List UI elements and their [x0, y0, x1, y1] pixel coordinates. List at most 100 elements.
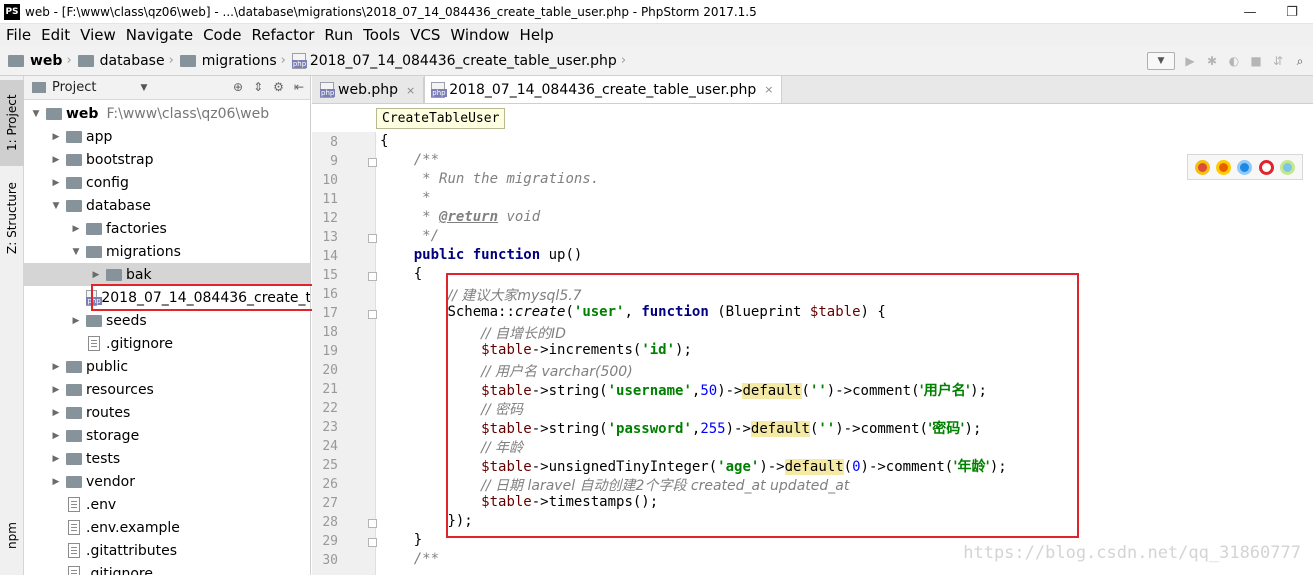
folder-icon	[66, 360, 82, 373]
tree-item[interactable]: ▼ migrations	[24, 240, 310, 263]
run-icon[interactable]: ▶	[1183, 54, 1197, 68]
debug-icon[interactable]: ✱	[1205, 54, 1219, 68]
breadcrumb-migrations[interactable]: migrations ›	[179, 53, 292, 69]
collapsed-arrow-icon[interactable]: ▶	[50, 454, 62, 464]
tree-item[interactable]: ▶ bootstrap	[24, 148, 310, 171]
collapsed-arrow-icon[interactable]: ▶	[50, 385, 62, 395]
breadcrumb-web[interactable]: web ›	[8, 53, 78, 69]
collapsed-arrow-icon[interactable]: ▶	[50, 178, 62, 188]
tree-item-label: routes	[86, 404, 131, 421]
stop-icon[interactable]: ■	[1249, 54, 1263, 68]
project-tool-tab[interactable]: 1: Project	[0, 80, 24, 166]
collapsed-arrow-icon[interactable]: ▶	[50, 362, 62, 372]
line-number: 17	[322, 306, 338, 321]
collapsed-arrow-icon[interactable]: ▶	[50, 132, 62, 142]
tab-create-table-user[interactable]: 2018_07_14_084436_create_table_user.php …	[424, 76, 783, 103]
expanded-arrow-icon[interactable]: ▼	[50, 201, 62, 211]
collapsed-arrow-icon[interactable]: ▶	[70, 224, 82, 234]
project-view-selector[interactable]: Project	[52, 80, 96, 95]
opera-icon[interactable]	[1258, 159, 1274, 175]
menu-view[interactable]: View	[75, 26, 121, 44]
tree-item[interactable]: ▶ factories	[24, 217, 310, 240]
expanded-arrow-icon[interactable]: ▼	[30, 109, 42, 119]
minimize-button[interactable]: —	[1229, 0, 1271, 24]
collapsed-arrow-icon[interactable]: ▶	[50, 155, 62, 165]
collapsed-arrow-icon[interactable]: ▶	[50, 431, 62, 441]
fold-marker-icon[interactable]	[368, 158, 377, 167]
menu-help[interactable]: Help	[515, 26, 559, 44]
tree-item[interactable]: .gitignore	[24, 332, 310, 355]
expanded-arrow-icon[interactable]: ▼	[70, 247, 82, 257]
collapse-all-icon[interactable]: ⇕	[253, 80, 263, 94]
tree-item[interactable]: ▶ config	[24, 171, 310, 194]
menu-code[interactable]: Code	[198, 26, 246, 44]
vcs-update-icon[interactable]: ⇵	[1271, 54, 1285, 68]
tree-item[interactable]: ▶ vendor	[24, 470, 310, 493]
tree-item[interactable]: ▶ app	[24, 125, 310, 148]
collapsed-arrow-icon[interactable]: ▶	[50, 477, 62, 487]
fold-marker-icon[interactable]	[368, 538, 377, 547]
folder-icon	[86, 222, 102, 235]
collapsed-arrow-icon[interactable]: ▶	[70, 316, 82, 326]
firefox-icon[interactable]	[1216, 159, 1232, 175]
class-breadcrumb-hint[interactable]: CreateTableUser	[376, 108, 506, 129]
npm-tool-tab[interactable]: npm	[0, 516, 24, 556]
tree-item[interactable]: .gitignore	[24, 562, 310, 575]
hide-panel-icon[interactable]: ⇤	[294, 80, 304, 94]
chevron-down-icon[interactable]: ▼	[140, 83, 147, 93]
close-icon[interactable]: ×	[764, 83, 773, 96]
breadcrumb-file[interactable]: 2018_07_14_084436_create_table_user.php …	[291, 52, 632, 69]
tree-item[interactable]: ▶ tests	[24, 447, 310, 470]
menu-edit[interactable]: Edit	[36, 26, 75, 44]
tree-item[interactable]: ▶ resources	[24, 378, 310, 401]
close-icon[interactable]: ×	[406, 84, 415, 97]
coverage-icon[interactable]: ◐	[1227, 54, 1241, 68]
menu-vcs[interactable]: VCS	[405, 26, 445, 44]
gear-icon[interactable]: ⚙	[273, 80, 284, 94]
tree-item[interactable]: .env.example	[24, 516, 310, 539]
tree-item-label: app	[86, 128, 113, 145]
tree-item[interactable]: ▶ storage	[24, 424, 310, 447]
collapsed-arrow-icon[interactable]: ▶	[50, 408, 62, 418]
folder-icon	[66, 475, 82, 488]
run-config-dropdown[interactable]: ▼	[1147, 52, 1175, 70]
menu-navigate[interactable]: Navigate	[121, 26, 198, 44]
search-everywhere-icon[interactable]: ⌕	[1293, 54, 1307, 68]
structure-tool-tab[interactable]: Z: Structure	[0, 174, 24, 262]
folder-icon	[66, 199, 82, 212]
tree-item[interactable]: ▼ web F:\www\class\qz06\web	[24, 102, 310, 125]
tab-web-php[interactable]: web.php ×	[314, 77, 425, 103]
fold-marker-icon[interactable]	[368, 234, 377, 243]
tree-item[interactable]: ▶ seeds	[24, 309, 310, 332]
fold-marker-icon[interactable]	[368, 310, 377, 319]
chrome-icon[interactable]	[1195, 159, 1211, 175]
tree-item[interactable]: 2018_07_14_084436_create_t	[24, 286, 310, 309]
safari-icon[interactable]	[1237, 159, 1253, 175]
menu-tools[interactable]: Tools	[358, 26, 405, 44]
tree-item[interactable]: ▶ public	[24, 355, 310, 378]
code-line: {	[380, 133, 389, 149]
menu-window[interactable]: Window	[445, 26, 514, 44]
fold-marker-icon[interactable]	[368, 272, 377, 281]
collapsed-arrow-icon[interactable]: ▶	[90, 270, 102, 280]
menu-run[interactable]: Run	[319, 26, 358, 44]
tree-item[interactable]: ▶ bak	[24, 263, 310, 286]
ie-icon[interactable]	[1279, 159, 1295, 175]
editor-area: web.php × 2018_07_14_084436_create_table…	[312, 76, 1313, 575]
menu-refactor[interactable]: Refactor	[246, 26, 319, 44]
fold-marker-icon[interactable]	[368, 519, 377, 528]
maximize-button[interactable]: ❐	[1271, 0, 1313, 24]
line-number: 22	[322, 401, 338, 416]
line-number: 9	[330, 154, 338, 169]
tree-item[interactable]: .gitattributes	[24, 539, 310, 562]
tree-item[interactable]: ▼ database	[24, 194, 310, 217]
tree-item-label: factories	[106, 220, 167, 237]
tree-item[interactable]: ▶ routes	[24, 401, 310, 424]
line-number: 8	[330, 135, 338, 150]
navigation-bar: web › database › migrations › 2018_07_14…	[0, 46, 1313, 76]
scroll-from-source-icon[interactable]: ⊕	[233, 80, 243, 94]
tree-item[interactable]: .env	[24, 493, 310, 516]
menu-file[interactable]: File	[1, 26, 36, 44]
code-line: // 日期 laravel 自动创建2个字段 created_at update…	[481, 478, 850, 494]
breadcrumb-database[interactable]: database ›	[77, 53, 180, 69]
